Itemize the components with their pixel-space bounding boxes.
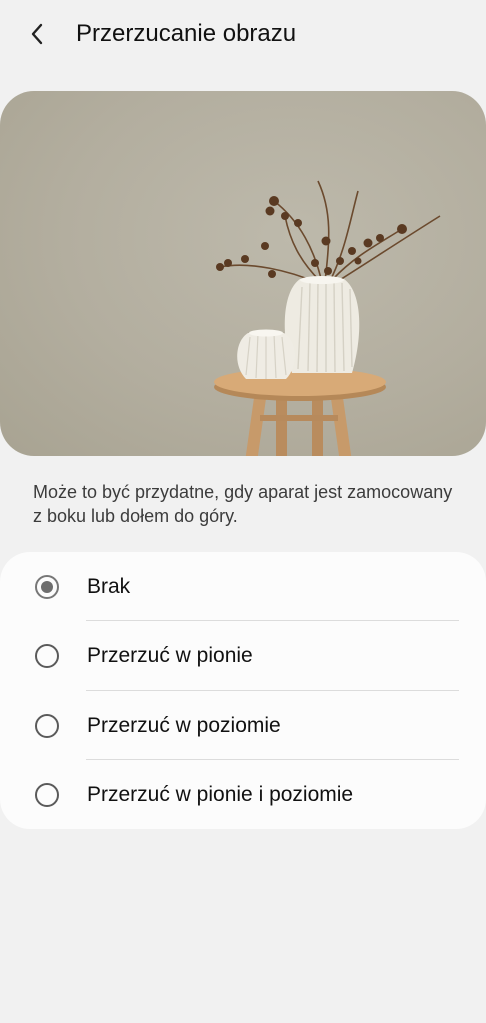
preview-image xyxy=(0,91,486,456)
option-label: Brak xyxy=(87,574,131,598)
option-label: Przerzuć w pionie i poziomie xyxy=(87,782,354,806)
option-flip-horizontal[interactable]: Przerzuć w poziomie xyxy=(0,691,486,760)
radio-button[interactable] xyxy=(35,713,59,738)
small-vase xyxy=(237,329,295,379)
options-card: Brak Przerzuć w pionie Przerzuć w poziom… xyxy=(0,552,486,829)
option-flip-both[interactable]: Przerzuć w pionie i poziomie xyxy=(0,760,486,829)
option-label: Przerzuć w poziomie xyxy=(87,713,281,737)
description-text: Może to być przydatne, gdy aparat jest z… xyxy=(33,482,453,526)
radio-button-checked[interactable] xyxy=(35,574,59,599)
radio-button[interactable] xyxy=(35,643,59,668)
option-flip-vertical[interactable]: Przerzuć w pionie xyxy=(0,621,486,690)
large-vase xyxy=(284,276,360,373)
back-button[interactable] xyxy=(18,14,58,54)
radio-button[interactable] xyxy=(35,782,59,807)
chevron-left-icon xyxy=(31,23,43,45)
option-label: Przerzuć w pionie xyxy=(87,643,253,667)
page-title: Przerzucanie obrazu xyxy=(76,20,297,47)
option-none[interactable]: Brak xyxy=(0,552,486,621)
app-header: Przerzucanie obrazu xyxy=(0,0,486,68)
